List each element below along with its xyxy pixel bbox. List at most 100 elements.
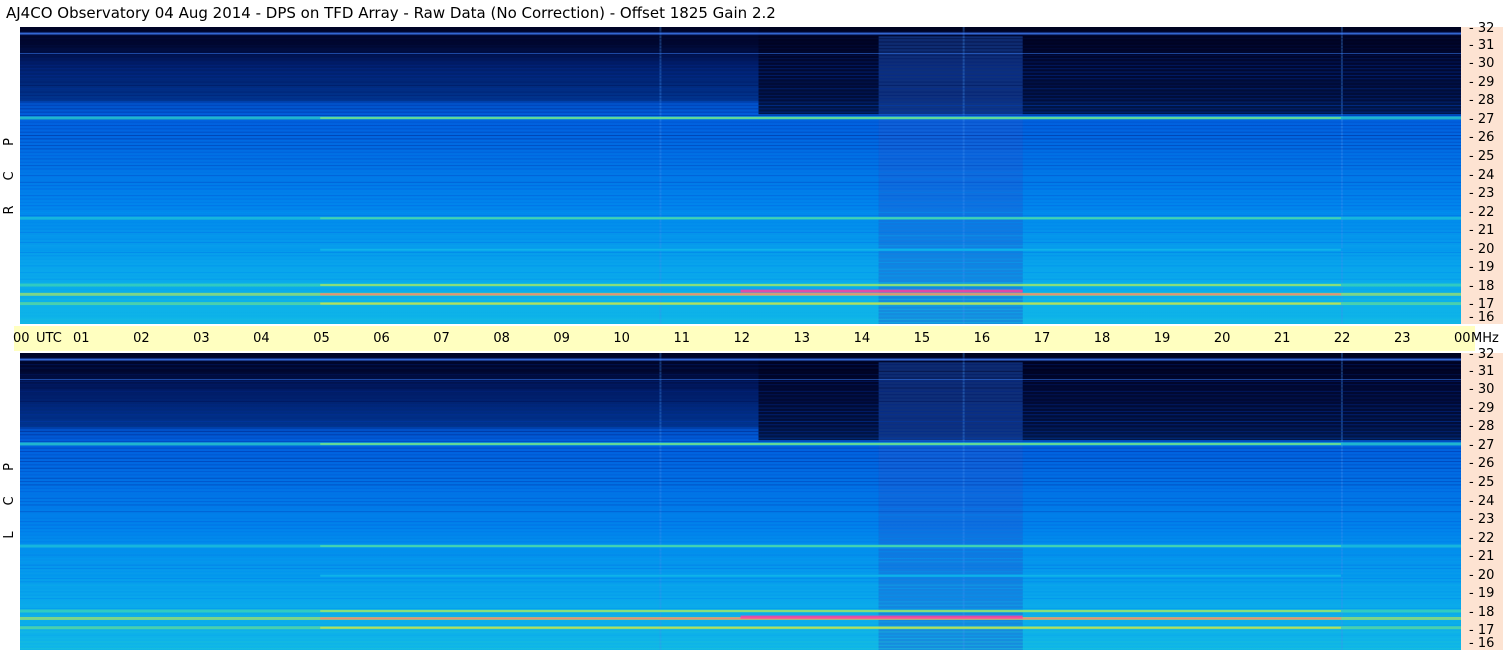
- lcp-texture-line: [20, 604, 1461, 606]
- rcp-texture-line: [20, 151, 1461, 153]
- rcp-texture-line: [20, 305, 1461, 307]
- rcp-texture-line: [20, 135, 1461, 137]
- rcp-texture-line: [20, 258, 1461, 260]
- time-tick-label: 20: [1213, 331, 1231, 346]
- lcp-texture-line: [20, 447, 1461, 449]
- rcp-texture-line: [20, 111, 1461, 113]
- rcp-texture-line: [20, 98, 1461, 100]
- rcp-texture-line: [20, 54, 1461, 56]
- rcp-freq-tick-label: - 16: [1469, 310, 1495, 325]
- rcp-texture-line: [20, 108, 1461, 110]
- rcp-band-core: [320, 284, 1341, 287]
- rcp-texture-line: [20, 198, 1461, 200]
- lcp-texture-line: [20, 504, 1461, 506]
- rcp-freq-tick-label: - 29: [1469, 74, 1495, 90]
- rcp-freq-tick-label: - 31: [1469, 37, 1495, 53]
- rcp-texture-line: [20, 165, 1461, 167]
- lcp-texture-line: [20, 584, 1461, 586]
- rcp-band-core: [320, 248, 1341, 251]
- lcp-texture-line: [20, 407, 1461, 409]
- rcp-texture-line: [20, 78, 1461, 80]
- rcp-texture-line: [20, 282, 1461, 284]
- time-tick-label: 05: [313, 331, 330, 346]
- lcp-texture-line: [20, 494, 1461, 496]
- lcp-texture-line: [20, 514, 1461, 516]
- rcp-texture-line: [20, 155, 1461, 157]
- lcp-texture-line: [20, 507, 1461, 509]
- lcp-texture-line: [20, 397, 1461, 399]
- time-tick-label: 16: [973, 331, 991, 346]
- rcp-texture-line: [20, 48, 1461, 50]
- lcp-texture-line: [20, 474, 1461, 476]
- lcp-freq-tick-label: - 28: [1469, 419, 1495, 435]
- lcp-band-core: [320, 610, 1341, 613]
- lcp-texture-line: [20, 457, 1461, 459]
- time-tick-label: 21: [1273, 331, 1291, 346]
- lcp-texture-line: [20, 581, 1461, 583]
- lcp-texture-line: [20, 557, 1461, 559]
- rcp-texture-line: [20, 201, 1461, 203]
- rcp-texture-line: [20, 131, 1461, 133]
- lcp-texture-line: [20, 554, 1461, 556]
- rcp-texture-line: [20, 298, 1461, 300]
- rcp-texture-line: [20, 44, 1461, 46]
- rcp-texture-line: [20, 34, 1461, 36]
- rcp-freq-tick-label: - 26: [1469, 130, 1495, 146]
- rcp-freq-tick-label: - 32: [1469, 21, 1495, 36]
- time-tick-label: 15: [913, 331, 931, 346]
- rcp-label: P C R: [0, 125, 20, 227]
- rcp-freq-tick-label: - 20: [1469, 241, 1495, 257]
- lcp-texture-line: [20, 451, 1461, 453]
- lcp-texture-line: [20, 517, 1461, 519]
- rcp-texture-line: [20, 81, 1461, 83]
- lcp-texture-line: [20, 534, 1461, 536]
- rcp-texture-line: [20, 64, 1461, 66]
- rcp-texture-line: [20, 195, 1461, 197]
- lcp-texture-line: [20, 380, 1461, 382]
- lcp-texture-line: [20, 547, 1461, 549]
- rcp-band-core: [320, 116, 1341, 119]
- rcp-texture-line: [20, 94, 1461, 96]
- lcp-texture-line: [20, 491, 1461, 493]
- lcp-texture-line: [20, 467, 1461, 469]
- rcp-texture-line: [20, 255, 1461, 257]
- lcp-texture-line: [20, 648, 1461, 650]
- lcp-texture-line: [20, 638, 1461, 640]
- lcp-texture-line: [20, 367, 1461, 369]
- rcp-texture-line: [20, 104, 1461, 106]
- lcp-texture-line: [20, 551, 1461, 553]
- lcp-freq-tick-label: - 30: [1469, 382, 1495, 398]
- rcp-texture-line: [20, 181, 1461, 183]
- lcp-texture-line: [20, 577, 1461, 579]
- lcp-texture-line: [20, 537, 1461, 539]
- rcp-texture-line: [20, 225, 1461, 227]
- time-unit-label: UTC: [36, 331, 62, 346]
- rcp-texture-line: [20, 265, 1461, 267]
- lcp-freq-tick-label: - 21: [1469, 549, 1495, 565]
- lcp-texture-line: [20, 497, 1461, 499]
- rcp-texture-line: [20, 178, 1461, 180]
- rcp-texture-line: [20, 188, 1461, 190]
- lcp-spectrogram-svg: [20, 353, 1461, 650]
- rcp-texture-line: [20, 71, 1461, 73]
- lcp-texture-line: [20, 461, 1461, 463]
- lcp-texture-line: [20, 521, 1461, 523]
- time-tick-label: 17: [1033, 331, 1051, 346]
- lcp-texture-line: [20, 598, 1461, 600]
- lcp-freq-tick-label: - 18: [1469, 604, 1495, 620]
- rcp-texture-line: [20, 58, 1461, 60]
- lcp-band-core: [320, 442, 1341, 445]
- lcp-freq-tick-label: - 31: [1469, 363, 1495, 379]
- rcp-texture-line: [20, 138, 1461, 140]
- time-tick-label: 07: [433, 331, 450, 346]
- lcp-texture-line: [20, 427, 1461, 429]
- lcp-texture-line: [20, 471, 1461, 473]
- lcp-spectrogram: [20, 353, 1461, 650]
- rcp-texture-line: [20, 268, 1461, 270]
- lcp-texture-line: [20, 631, 1461, 633]
- rcp-texture-line: [20, 101, 1461, 103]
- lcp-texture-line: [20, 588, 1461, 590]
- time-tick-label: 12: [733, 331, 751, 346]
- lcp-top-line: [20, 378, 1461, 380]
- lcp-texture-line: [20, 527, 1461, 529]
